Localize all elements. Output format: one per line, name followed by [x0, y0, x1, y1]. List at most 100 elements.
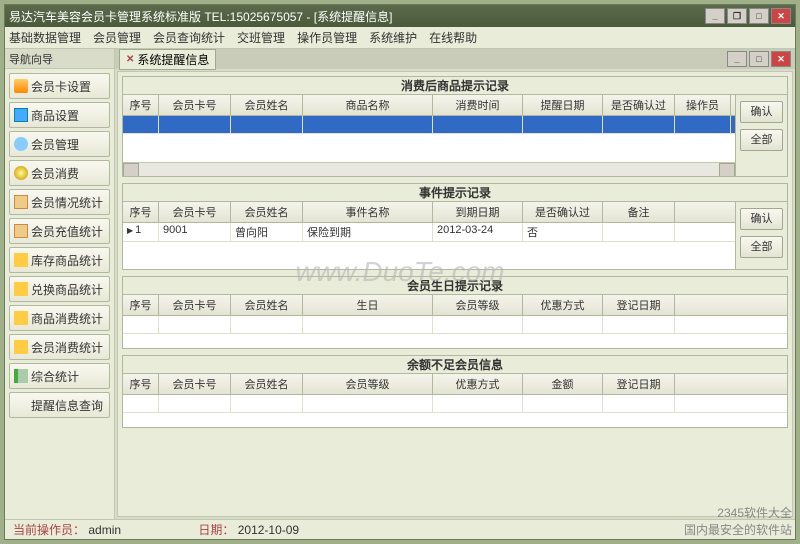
bolt-icon — [14, 282, 28, 296]
table-row[interactable] — [123, 316, 787, 334]
sidebar-item-5[interactable]: 会员充值统计 — [9, 218, 110, 244]
maximize-button[interactable]: □ — [749, 8, 769, 24]
all-button[interactable]: 全部 — [740, 236, 783, 258]
table-row[interactable] — [123, 395, 787, 413]
data-grid[interactable]: 序号会员卡号会员姓名商品名称消费时间提醒日期是否确认过操作员 — [123, 95, 735, 176]
sidebar-item-label: 库存商品统计 — [31, 252, 103, 269]
col-header[interactable]: 序号 — [123, 95, 159, 115]
mdi-close-button[interactable]: ✕ — [771, 51, 791, 67]
main-area: ✕ 系统提醒信息 _ □ ✕ 消费后商品提示记录序号会员卡号会员姓名商品名称消费… — [115, 49, 795, 519]
scrollbar[interactable] — [123, 162, 735, 176]
sidebar-item-0[interactable]: 会员卡设置 — [9, 73, 110, 99]
col-header[interactable]: 是否确认过 — [523, 202, 603, 222]
sidebar-item-10[interactable]: 综合统计 — [9, 363, 110, 389]
sidebar-item-label: 会员消费统计 — [31, 339, 103, 356]
col-header[interactable]: 序号 — [123, 374, 159, 394]
sidebar-item-1[interactable]: 商品设置 — [9, 102, 110, 128]
menu-item-4[interactable]: 操作员管理 — [297, 29, 357, 46]
col-header[interactable]: 会员姓名 — [231, 295, 303, 315]
col-header[interactable]: 备注 — [603, 202, 675, 222]
col-header[interactable]: 会员等级 — [303, 374, 433, 394]
minimize-button[interactable]: _ — [705, 8, 725, 24]
col-header[interactable]: 操作员 — [675, 95, 731, 115]
panel-title: 事件提示记录 — [123, 184, 787, 202]
panel-title: 消费后商品提示记录 — [123, 77, 787, 95]
cell: 否 — [523, 223, 603, 241]
col-header[interactable]: 会员卡号 — [159, 295, 231, 315]
date-value: 2012-10-09 — [238, 523, 318, 537]
main-window: 易达汽车美容会员卡管理系统标准版 TEL:15025675057 - [系统提醒… — [4, 4, 796, 540]
sidebar-item-2[interactable]: 会员管理 — [9, 131, 110, 157]
panel-3: 余额不足会员信息序号会员卡号会员姓名会员等级优惠方式金额登记日期 — [122, 355, 788, 428]
col-header[interactable]: 会员姓名 — [231, 374, 303, 394]
sidebar-item-11[interactable]: 提醒信息查询 — [9, 392, 110, 418]
sidebar-item-9[interactable]: 会员消费统计 — [9, 334, 110, 360]
col-header[interactable]: 提醒日期 — [523, 95, 603, 115]
col-header[interactable]: 生日 — [303, 295, 433, 315]
col-header[interactable]: 优惠方式 — [523, 295, 603, 315]
col-header[interactable]: 优惠方式 — [433, 374, 523, 394]
col-header[interactable]: 会员卡号 — [159, 374, 231, 394]
col-header[interactable]: 会员卡号 — [159, 202, 231, 222]
tab-label: 系统提醒信息 — [137, 51, 209, 68]
cell — [603, 223, 675, 241]
bar-icon — [14, 369, 28, 383]
date-label: 日期： — [198, 523, 234, 537]
panel-1: 事件提示记录序号会员卡号会员姓名事件名称到期日期是否确认过备注19001曾向阳保… — [122, 183, 788, 270]
col-header[interactable]: 到期日期 — [433, 202, 523, 222]
menu-item-1[interactable]: 会员管理 — [93, 29, 141, 46]
sidebar: 导航向导 会员卡设置商品设置会员管理会员消费会员情况统计会员充值统计库存商品统计… — [5, 49, 115, 519]
all-button[interactable]: 全部 — [740, 129, 783, 151]
tab-close-icon[interactable]: ✕ — [126, 54, 134, 65]
col-header[interactable]: 金额 — [523, 374, 603, 394]
col-header[interactable]: 商品名称 — [303, 95, 433, 115]
col-header[interactable]: 会员卡号 — [159, 95, 231, 115]
sidebar-item-6[interactable]: 库存商品统计 — [9, 247, 110, 273]
col-header[interactable]: 序号 — [123, 202, 159, 222]
mdi-minimize-button[interactable]: _ — [727, 51, 747, 67]
operator-label: 当前操作员： — [13, 523, 85, 537]
table-row[interactable]: 19001曾向阳保险到期2012-03-24否 — [123, 223, 735, 242]
col-header[interactable]: 登记日期 — [603, 374, 675, 394]
data-grid[interactable]: 序号会员卡号会员姓名事件名称到期日期是否确认过备注19001曾向阳保险到期201… — [123, 202, 735, 269]
panel-body: 序号会员卡号会员姓名事件名称到期日期是否确认过备注19001曾向阳保险到期201… — [123, 202, 787, 269]
menu-item-5[interactable]: 系统维护 — [369, 29, 417, 46]
sidebar-item-8[interactable]: 商品消费统计 — [9, 305, 110, 331]
-icon — [14, 398, 28, 412]
col-header[interactable]: 会员姓名 — [231, 95, 303, 115]
data-grid[interactable]: 序号会员卡号会员姓名生日会员等级优惠方式登记日期 — [123, 295, 787, 348]
tab-reminder[interactable]: ✕ 系统提醒信息 — [119, 49, 216, 70]
menu-item-3[interactable]: 交班管理 — [237, 29, 285, 46]
data-grid[interactable]: 序号会员卡号会员姓名会员等级优惠方式金额登记日期 — [123, 374, 787, 427]
col-header[interactable]: 会员姓名 — [231, 202, 303, 222]
grid-header: 序号会员卡号会员姓名会员等级优惠方式金额登记日期 — [123, 374, 787, 395]
grid-header: 序号会员卡号会员姓名商品名称消费时间提醒日期是否确认过操作员 — [123, 95, 735, 116]
confirm-button[interactable]: 确认 — [740, 208, 783, 230]
menu-item-6[interactable]: 在线帮助 — [429, 29, 477, 46]
sidebar-item-3[interactable]: 会员消费 — [9, 160, 110, 186]
sidebar-item-4[interactable]: 会员情况统计 — [9, 189, 110, 215]
col-header[interactable]: 会员等级 — [433, 295, 523, 315]
mdi-maximize-button[interactable]: □ — [749, 51, 769, 67]
restore-button[interactable]: ❐ — [727, 8, 747, 24]
sidebar-item-label: 会员管理 — [31, 136, 79, 153]
confirm-button[interactable]: 确认 — [740, 101, 783, 123]
mag-icon — [14, 224, 28, 238]
menu-item-0[interactable]: 基础数据管理 — [9, 29, 81, 46]
col-header[interactable]: 序号 — [123, 295, 159, 315]
menu-item-2[interactable]: 会员查询统计 — [153, 29, 225, 46]
col-header[interactable]: 事件名称 — [303, 202, 433, 222]
sidebar-item-label: 会员充值统计 — [31, 223, 103, 240]
table-row[interactable] — [123, 116, 735, 134]
body: 导航向导 会员卡设置商品设置会员管理会员消费会员情况统计会员充值统计库存商品统计… — [5, 49, 795, 519]
col-header[interactable]: 消费时间 — [433, 95, 523, 115]
close-button[interactable]: ✕ — [771, 8, 791, 24]
user-icon — [14, 137, 28, 151]
grid-rows: 19001曾向阳保险到期2012-03-24否 — [123, 223, 735, 269]
col-header[interactable]: 登记日期 — [603, 295, 675, 315]
sidebar-item-7[interactable]: 兑换商品统计 — [9, 276, 110, 302]
col-header[interactable]: 是否确认过 — [603, 95, 675, 115]
panel-title: 余额不足会员信息 — [123, 356, 787, 374]
panel-side: 确认全部 — [735, 202, 787, 269]
brand-watermark: 2345软件大全 国内最安全的软件站 — [684, 504, 792, 538]
